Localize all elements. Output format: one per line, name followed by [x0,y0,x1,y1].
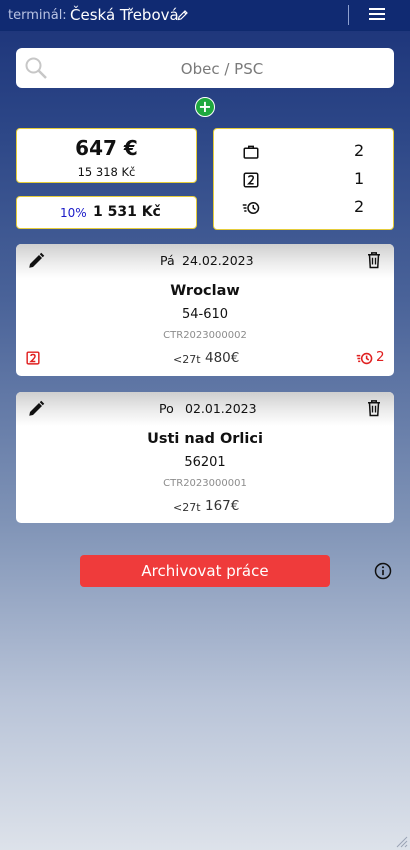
price-summary-card: 647 € 15 318 Kč [16,128,197,183]
info-icon[interactable] [374,562,392,580]
job-time-count: 2 [376,349,385,365]
briefcase-icon [243,145,259,159]
job-date: 02.01.2023 [185,401,257,416]
archive-jobs-button[interactable]: Archivovat práce [80,555,330,587]
header-divider [348,5,349,25]
job-zip: 56201 [184,455,226,470]
resize-handle-icon[interactable] [396,836,408,848]
stat-numbered-value: 1 [354,169,365,188]
edit-pencil-icon[interactable] [27,252,45,270]
top-bar: terminál: Česká Třebová [0,0,410,31]
number-2-box-icon [243,172,259,188]
job-weight: <27t [173,353,201,366]
terminal-label: terminál: [8,8,67,23]
job-city: Wroclaw [170,283,240,299]
job-card[interactable]: Po 02.01.2023 Usti nad Orlici 56201 CTR2… [16,392,394,523]
job-price: 480€ [205,350,240,366]
job-date: 24.02.2023 [182,253,254,268]
job-day: Pá [160,253,175,268]
job-day: Po [159,401,174,416]
price-eur: 647 € [75,136,138,160]
job-zip: 54-610 [181,307,229,322]
job-code: CTR2023000002 [163,330,247,341]
edit-pencil-icon[interactable] [27,400,45,418]
add-job-button[interactable]: + [195,97,215,117]
search-input[interactable] [56,48,388,90]
header: terminál: Česká Třebová [0,0,410,30]
trash-icon[interactable] [366,399,382,417]
percent-label: 10% [60,206,87,220]
stat-jobs-value: 2 [354,141,365,160]
job-weight: <27t [173,501,201,514]
stat-numbered: 1 [214,168,393,192]
trash-icon[interactable] [366,251,382,269]
stats-card: 2 1 2 [213,128,394,230]
stat-time-value: 2 [354,197,365,216]
search-icon [25,57,47,79]
job-price: 167€ [205,498,240,514]
stat-time: 2 [214,196,393,220]
job-code: CTR2023000001 [163,478,247,489]
price-czk: 15 318 Kč [77,165,136,179]
terminal-name[interactable]: Česká Třebová [70,6,179,24]
job-city: Usti nad Orlici [147,431,263,447]
hamburger-menu-icon[interactable] [369,8,385,22]
stat-jobs: 2 [214,140,393,164]
edit-terminal-icon[interactable] [177,9,189,21]
job-card[interactable]: Pá 24.02.2023 Wroclaw 54-610 CTR20230000… [16,244,394,376]
percent-value: 1 531 Kč [93,204,161,220]
clock-fast-icon [356,352,373,365]
clock-fast-icon [242,202,260,214]
percent-card: 10% 1 531 Kč [16,196,197,229]
number-2-box-icon [26,351,40,365]
search-box [16,48,394,90]
